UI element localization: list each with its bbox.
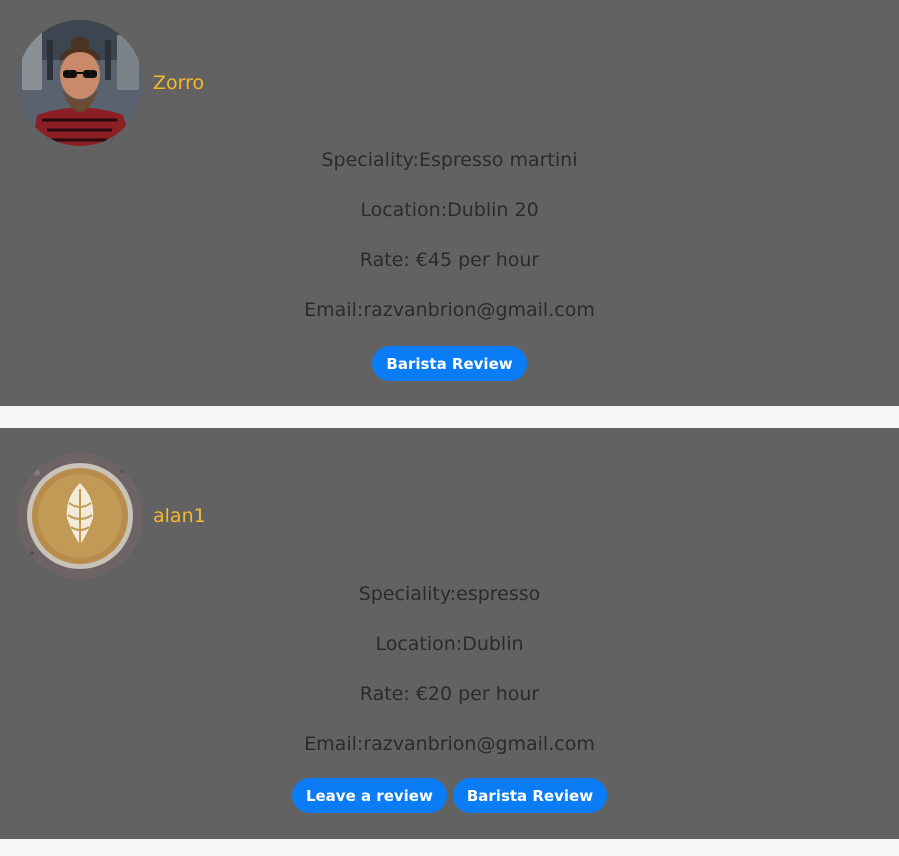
barista-review-button[interactable]: Barista Review	[452, 778, 608, 813]
location-text: Location:Dublin	[375, 633, 524, 655]
barista-header: alan1	[17, 453, 206, 579]
barista-header: Zorro	[17, 20, 204, 146]
bearded-man-avatar	[17, 20, 143, 146]
leave-review-button[interactable]: Leave a review	[291, 778, 447, 813]
email-text: Email:razvanbrion@gmail.com	[304, 733, 595, 755]
latte-art-avatar	[17, 453, 143, 579]
barista-name: alan1	[153, 505, 206, 527]
barista-details: Speciality:espresso Location:Dublin Rate…	[0, 580, 899, 780]
speciality-text: Speciality:espresso	[358, 583, 541, 605]
rate-text: Rate: €20 per hour	[359, 683, 540, 705]
card-actions: Leave a review Barista Review	[0, 778, 899, 813]
barista-details: Speciality:Espresso martini Location:Dub…	[0, 146, 899, 346]
rate-text: Rate: €45 per hour	[359, 249, 540, 271]
barista-card: Zorro Speciality:Espresso martini Locati…	[0, 0, 899, 406]
email-text: Email:razvanbrion@gmail.com	[304, 299, 595, 321]
barista-name: Zorro	[153, 72, 205, 94]
barista-review-button[interactable]: Barista Review	[372, 346, 527, 381]
card-actions: Barista Review	[0, 346, 899, 381]
barista-card: alan1 Speciality:espresso Location:Dubli…	[0, 428, 899, 839]
speciality-text: Speciality:Espresso martini	[321, 149, 578, 171]
location-text: Location:Dublin 20	[360, 199, 539, 221]
